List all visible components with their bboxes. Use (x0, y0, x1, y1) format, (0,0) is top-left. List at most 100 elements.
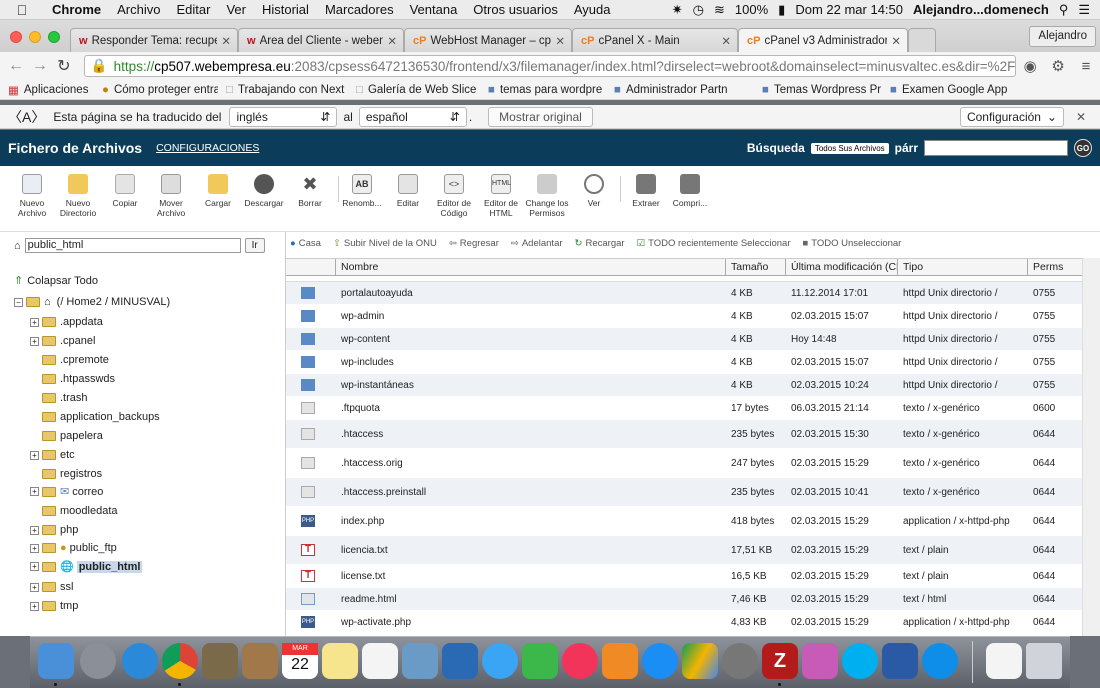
up-level-link[interactable]: ⇧ Subir Nivel de la ONU (333, 238, 437, 249)
tab-cpanel-file-manager[interactable]: cP cPanel v3 Administrador d ✕ (738, 28, 908, 52)
bookmark-administrador-partner[interactable]: ■ Administrador Partn (606, 84, 754, 96)
bookmark-como-proteger[interactable]: ● Cómo proteger entra (94, 84, 218, 96)
wifi-icon[interactable]: ≋ (714, 2, 725, 18)
menu-ventana[interactable]: Ventana (402, 2, 466, 17)
menu-ayuda[interactable]: Ayuda (566, 2, 619, 17)
mail-icon[interactable] (202, 643, 238, 679)
menu-editar[interactable]: Editar (168, 2, 218, 17)
tree-item-correo[interactable]: + ✉ correo (30, 485, 103, 498)
expand-toggle-icon[interactable]: + (30, 562, 39, 571)
new-folder-button[interactable]: Nuevo Directorio (56, 174, 100, 218)
close-tab-icon[interactable]: ✕ (387, 34, 397, 48)
tree-item-tmp[interactable]: + tmp (30, 600, 78, 612)
collapse-all-link[interactable]: ⇑ Colapsar Todo (14, 274, 98, 288)
name-column-header[interactable]: Nombre (336, 259, 726, 275)
expand-toggle-icon[interactable]: + (30, 543, 39, 553)
bluetooth-icon[interactable]: ✷ (672, 2, 683, 18)
table-row[interactable]: Tlicense.txt 16,5 KB 02.03.2015 15:29 text … (286, 565, 1100, 588)
new-tab-button[interactable] (908, 28, 936, 52)
expand-toggle-icon[interactable]: + (30, 601, 39, 611)
menu-chrome[interactable]: Chrome (44, 2, 109, 17)
settings-gear-icon[interactable]: ⚙ (1044, 57, 1072, 75)
search-input[interactable] (924, 140, 1068, 156)
select-all-link[interactable]: ☑ TODO recientemente Seleccionar (637, 238, 791, 249)
tab-webhost-manager[interactable]: cPWebHost Manager – cp507✕ (404, 28, 572, 52)
tree-item-papelera[interactable]: papelera (42, 430, 103, 442)
safari-icon[interactable] (122, 643, 158, 679)
move-file-button[interactable]: Mover Archivo (149, 174, 193, 218)
collapse-toggle-icon[interactable]: − (14, 297, 23, 307)
view-button[interactable]: Ver (572, 174, 616, 208)
bookmark-examen-google-apps[interactable]: ■ Examen Google App (882, 84, 1008, 96)
table-row[interactable]: wp-content 4 KB Hoy 14:48 httpd Unix direct… (286, 328, 1100, 351)
tab-area-cliente[interactable]: w Área del Cliente - webemp ✕ (238, 28, 404, 52)
size-column-header[interactable]: Tamaño (726, 259, 786, 275)
settings-link[interactable]: CONFIGURACIONES (156, 142, 259, 154)
search-go-button[interactable]: GO (1074, 139, 1092, 157)
back-link[interactable]: ⇦ Regresar (449, 238, 499, 249)
code-editor-button[interactable]: <> Editor de Código (432, 174, 476, 218)
preview-icon[interactable] (402, 643, 438, 679)
system-preferences-icon[interactable] (722, 643, 758, 679)
upload-button[interactable]: Cargar (196, 174, 240, 208)
battery-percent[interactable]: 100% (735, 2, 768, 17)
tree-item-htpasswds[interactable]: .htpasswds (42, 373, 115, 385)
teamviewer-icon[interactable] (922, 643, 958, 679)
forward-link[interactable]: ⇨ Adelantar (511, 238, 563, 249)
reload-link[interactable]: ↻ Recargar (575, 238, 625, 249)
search-scope-select[interactable]: Todos Sus Archivos (810, 142, 889, 154)
menu-historial[interactable]: Historial (254, 2, 317, 17)
close-tab-icon[interactable]: ✕ (891, 34, 901, 48)
tree-item-etc[interactable]: + etc (30, 449, 75, 461)
time-machine-icon[interactable]: ◷ (693, 2, 704, 18)
vertical-scrollbar[interactable] (1082, 258, 1100, 636)
tab-cpanel-main[interactable]: cP cPanel X - Main ✕ (572, 28, 738, 52)
expand-toggle-icon[interactable]: + (30, 487, 39, 496)
notifications-icon[interactable]: ☰ (1078, 2, 1090, 18)
expand-toggle-icon[interactable]: + (30, 336, 39, 346)
tree-item-php[interactable]: + php (30, 524, 78, 536)
reminders-icon[interactable] (362, 643, 398, 679)
itunes-icon[interactable] (562, 643, 598, 679)
type-column-header[interactable]: Tipo (898, 259, 1028, 275)
tree-item-application-backups[interactable]: application_backups (42, 411, 160, 423)
ibooks-icon[interactable] (602, 643, 638, 679)
tree-item-appdata[interactable]: + .appdata (30, 316, 103, 328)
tree-item-cpremote[interactable]: .cpremote (42, 354, 109, 366)
messages-icon[interactable] (482, 643, 518, 679)
table-row[interactable]: wp-includes 4 KB 02.03.2015 15:07 httpd Uni… (286, 351, 1100, 374)
battery-icon[interactable]: ▮ (778, 2, 785, 18)
bookmark-temas-wordpress[interactable]: ■ temas para wordpre (480, 84, 606, 96)
clock[interactable]: Dom 22 mar 14:50 (795, 2, 903, 17)
bookmark-aplicaciones[interactable]: ▦ Aplicaciones (0, 83, 94, 97)
bookmark-trabajando-next[interactable]: □ Trabajando con Next (218, 84, 348, 96)
table-row[interactable]: readme.html 7,46 KB 02.03.2015 15:29 text /… (286, 588, 1100, 611)
close-tab-icon[interactable]: ✕ (555, 34, 565, 48)
bookmark-galeria-web-slice[interactable]: □ Galería de Web Slice (348, 84, 480, 96)
table-row[interactable]: Tlicencia.txt 17,51 KB 02.03.2015 15:29 tex… (286, 536, 1100, 565)
html-editor-button[interactable]: HTML Editor de HTML (479, 174, 523, 218)
tree-item-ssl[interactable]: + ssl (30, 581, 73, 593)
finder-icon[interactable] (38, 643, 74, 679)
modified-column-header[interactable]: Última modificación (CET (786, 259, 898, 275)
spotlight-icon[interactable]: ⚲ (1059, 2, 1069, 18)
table-row[interactable]: .htaccess.preinstall 235 bytes 02.03.2015 … (286, 478, 1100, 507)
table-row[interactable]: PHP index.php 418 bytes 02.03.2015 15:29 app… (286, 507, 1100, 536)
chrome-icon[interactable] (162, 643, 198, 679)
virtualbox-icon[interactable] (882, 643, 918, 679)
table-row[interactable]: .htaccess 235 bytes 02.03.2015 15:30 texto … (286, 420, 1100, 449)
tree-item-public-html[interactable]: + 🌐 public_html (30, 560, 143, 573)
path-input[interactable]: public_html (24, 238, 241, 253)
delete-button[interactable]: ✖ Borrar (288, 174, 332, 208)
onedrive-icon[interactable] (442, 643, 478, 679)
apple-icon[interactable]:  (0, 2, 44, 18)
minimize-window-button[interactable] (29, 31, 41, 43)
forward-icon[interactable]: → (28, 57, 52, 75)
extension-icon[interactable]: ◉ (1016, 57, 1044, 75)
tree-item-registros[interactable]: registros (42, 468, 102, 480)
bookmark-temas-wordpress-pro[interactable]: ■ Temas Wordpress Pr (754, 84, 882, 96)
tree-item-trash[interactable]: .trash (42, 392, 88, 404)
copy-button[interactable]: Copiar (103, 174, 147, 208)
new-file-button[interactable]: Nuevo Archivo (10, 174, 54, 218)
notes-icon[interactable] (322, 643, 358, 679)
